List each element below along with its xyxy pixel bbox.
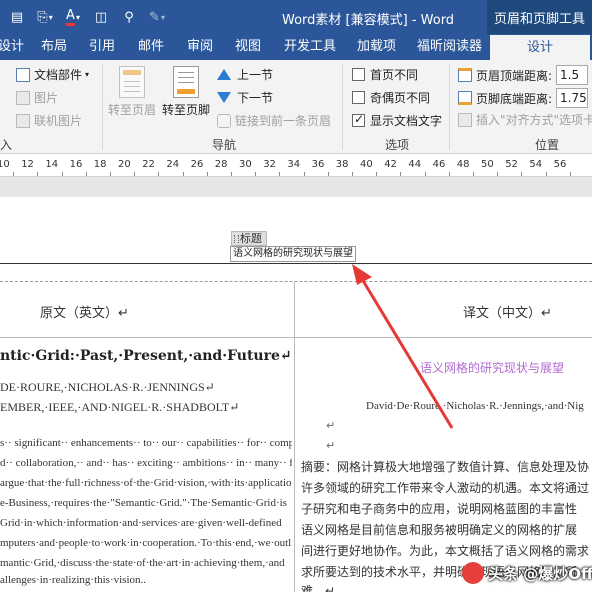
arrow-shaft xyxy=(360,278,454,429)
watermark-text: 头条 @爆炒Office xyxy=(488,564,592,583)
watermark-logo-icon xyxy=(462,562,484,584)
watermark: 头条 @爆炒Office xyxy=(462,562,592,584)
arrow-head xyxy=(352,264,372,285)
red-arrow-annotation xyxy=(352,264,454,429)
